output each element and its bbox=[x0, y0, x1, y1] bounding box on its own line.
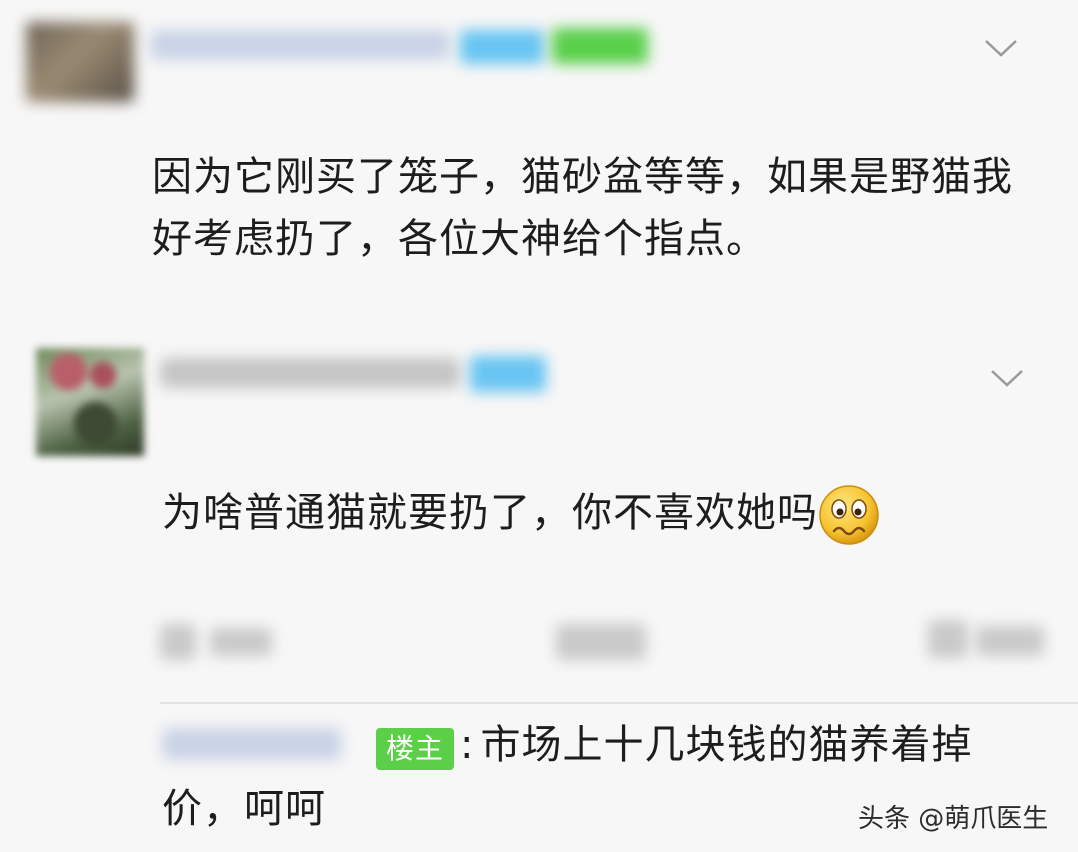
comment-1-vip-badge bbox=[460, 30, 544, 64]
worried-face-emoji-icon bbox=[818, 484, 880, 546]
comment-2-chevron-down-icon[interactable] bbox=[990, 368, 1024, 388]
owner-tag: 楼主 bbox=[376, 728, 455, 770]
comment-2-reply-button[interactable] bbox=[556, 624, 646, 660]
watermark: 头条 @萌爪医生 bbox=[858, 804, 1049, 834]
comment-2-share-count bbox=[210, 628, 272, 656]
comment-2-text-content: 为啥普通猫就要扔了，你不喜欢她吗 bbox=[162, 490, 818, 536]
comment-2-username-redacted[interactable] bbox=[160, 358, 460, 388]
reply-divider bbox=[160, 702, 1078, 704]
comment-2-avatar[interactable] bbox=[36, 348, 144, 456]
reply-text-line-2: 价，呵呵 bbox=[162, 786, 326, 832]
comment-1-text-line-1: 因为它刚买了笼子，猫砂盆等等，如果是野猫我 bbox=[152, 154, 1013, 200]
comment-2-vip-badge bbox=[470, 356, 546, 392]
comment-1-level-badge bbox=[552, 28, 648, 64]
comment-1-username-redacted[interactable] bbox=[150, 30, 450, 60]
comment-2-like-count bbox=[976, 626, 1044, 656]
comment-2-share-button[interactable] bbox=[160, 624, 196, 660]
reply-username-redacted[interactable] bbox=[162, 728, 342, 760]
comment-2-like-button[interactable] bbox=[928, 620, 968, 658]
comment-1-chevron-down-icon[interactable] bbox=[984, 38, 1018, 58]
comment-2-text: 为啥普通猫就要扔了，你不喜欢她吗 bbox=[162, 484, 880, 546]
reply-line-1: 楼主: 市场上十几块钱的猫养着掉 bbox=[376, 716, 973, 774]
comment-1-text-line-2: 好考虑扔了，各位大神给个指点。 bbox=[152, 216, 767, 262]
reply-text-line-1: 市场上十几块钱的猫养着掉 bbox=[480, 722, 973, 768]
reply-separator: : bbox=[460, 722, 475, 768]
comment-1-avatar[interactable] bbox=[26, 22, 134, 102]
